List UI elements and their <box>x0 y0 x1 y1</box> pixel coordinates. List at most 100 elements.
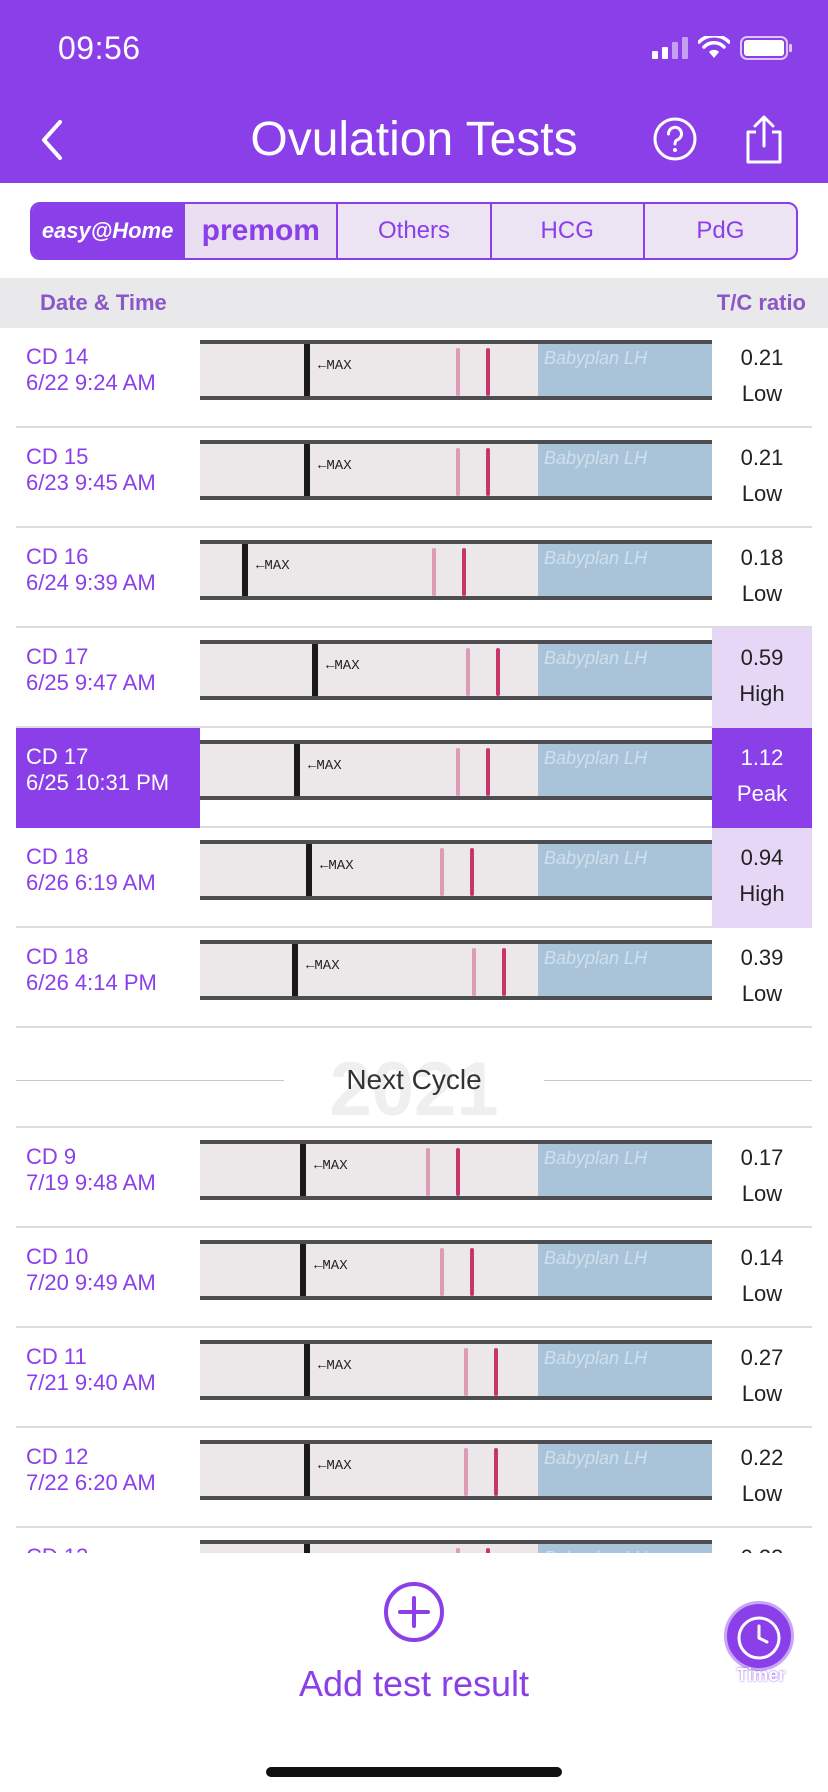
cycle-day: CD 16 <box>26 544 89 569</box>
strip-handle: Babyplan LH <box>538 1344 712 1396</box>
tc-ratio-value: 1.12 <box>740 745 784 770</box>
share-icon[interactable] <box>742 114 786 166</box>
strip-handle: Babyplan LH <box>538 744 712 796</box>
tab-pdg[interactable]: PdG <box>645 204 796 258</box>
test-strip-photo[interactable]: ←MAXBabyplan LH <box>200 740 712 800</box>
row-date-time: CD 14 6/22 9:24 AM <box>16 328 200 428</box>
cycle-day: CD 13 <box>26 1544 200 1553</box>
add-circle-icon[interactable] <box>383 1581 445 1643</box>
column-header: Date & Time T/C ratio <box>0 278 828 328</box>
strip-control-line <box>466 648 470 696</box>
test-strip-photo[interactable]: ←MAXBabyplan LH <box>200 940 712 1000</box>
test-strip-photo[interactable]: ←MAXBabyplan LH <box>200 1440 712 1500</box>
row-date-time: CD 9 7/19 9:48 AM <box>16 1128 200 1228</box>
strip-max-bar <box>304 344 310 396</box>
tc-ratio-level: Low <box>741 381 783 406</box>
strip-test-line <box>462 548 466 596</box>
tab-others[interactable]: Others <box>338 204 492 258</box>
row-date-time: CD 16 6/24 9:39 AM <box>16 528 200 628</box>
test-strip-photo[interactable]: ←MAXBabyplan LH <box>200 540 712 600</box>
tc-ratio-value: 0.14 <box>740 1245 784 1270</box>
home-indicator <box>266 1767 562 1777</box>
test-strip-photo[interactable]: ←MAXBabyplan LH <box>200 640 712 700</box>
status-time: 09:56 <box>58 30 141 66</box>
tc-ratio-cell: 0.59 High <box>712 628 812 728</box>
test-strip-photo[interactable]: ←MAXBabyplan LH <box>200 340 712 400</box>
cycle-day: CD 18 <box>26 944 89 969</box>
test-row[interactable]: CD 9 7/19 9:48 AM ←MAX Babyplan LH 0.17 Low <box>16 1128 812 1228</box>
test-datetime: 6/22 9:24 AM <box>26 370 156 395</box>
tc-ratio-level: Low <box>741 1181 783 1206</box>
strip-brand-text: Babyplan LH <box>544 1248 648 1268</box>
strip-handle: Babyplan LH <box>538 1144 712 1196</box>
tc-ratio-column-label: T/C ratio <box>716 290 806 315</box>
tc-ratio-level: Peak <box>736 781 788 806</box>
tc-ratio-cell: 0.39 Low <box>712 928 812 1028</box>
test-strip-photo[interactable]: ←MAX Babyplan LH <box>200 1140 712 1200</box>
strip-test-line <box>470 1248 474 1296</box>
strip-handle: Babyplan LH <box>538 844 712 896</box>
cycle-day: CD 15 <box>26 444 89 469</box>
strip-test-line <box>486 748 490 796</box>
strip-handle: Babyplan LH <box>538 444 712 496</box>
test-row[interactable]: CD 13←MAXBabyplan LH0.23 <box>16 1528 812 1553</box>
test-row[interactable]: CD 18 6/26 4:14 PM ←MAX Babyplan LH 0.39 Low <box>16 928 812 1028</box>
test-row[interactable]: CD 15 6/23 9:45 AM ←MAX Babyplan LH 0.21 Low <box>16 428 812 528</box>
strip-paper: ←MAX <box>200 944 538 996</box>
test-row[interactable]: CD 10 7/20 9:49 AM ←MAX Babyplan LH 0.14 Low <box>16 1228 812 1328</box>
test-datetime: 6/25 9:47 AM <box>26 670 156 695</box>
test-row[interactable]: CD 11 7/21 9:40 AM ←MAX Babyplan LH 0.27 Low <box>16 1328 812 1428</box>
test-row[interactable]: CD 17 6/25 10:31 PM ←MAX Babyplan LH 1.12 Pea… <box>16 728 812 828</box>
test-row[interactable]: CD 18 6/26 6:19 AM ←MAX Babyplan LH 0.94 High <box>16 828 812 928</box>
test-datetime: 6/23 9:45 AM <box>26 470 156 495</box>
strip-control-line <box>464 1448 468 1496</box>
tc-ratio-value: 0.39 <box>740 945 784 970</box>
test-strip-photo[interactable]: ←MAX Babyplan LH <box>200 1240 712 1300</box>
tc-ratio-level: High <box>739 681 785 706</box>
add-test-result-button[interactable]: Add test result <box>0 1663 828 1705</box>
tab-premom[interactable]: premom <box>185 204 339 258</box>
strip-max-bar <box>294 744 300 796</box>
tab-hcg[interactable]: HCG <box>492 204 645 258</box>
tc-ratio-cell: 0.94 High <box>712 828 812 928</box>
strip-max-label: ←MAX <box>314 1158 348 1174</box>
row-date-time: CD 18 6/26 4:14 PM <box>16 928 200 1028</box>
strip-test-line <box>494 1448 498 1496</box>
strip-control-line <box>456 448 460 496</box>
strip-max-label: ←MAX <box>314 1258 348 1274</box>
tc-ratio-value: 0.22 <box>740 1445 784 1470</box>
tc-ratio-value: 0.21 <box>740 345 784 370</box>
page-title: Ovulation Tests <box>250 113 578 166</box>
strip-max-bar <box>306 844 312 896</box>
test-strip-photo[interactable]: ←MAXBabyplan LH <box>200 440 712 500</box>
test-datetime: 7/21 9:40 AM <box>26 1370 156 1395</box>
tab-easy-home[interactable]: easy@Home <box>32 204 186 258</box>
test-datetime: 7/20 9:49 AM <box>26 1270 156 1295</box>
strip-paper: ←MAX <box>200 844 538 896</box>
timer-button[interactable]: Timer <box>724 1601 798 1697</box>
strip-control-line <box>440 848 444 896</box>
cycle-divider: 2021 Next Cycle <box>16 1028 812 1132</box>
tc-ratio-value: 0.23 <box>712 1540 812 1553</box>
timer-face <box>724 1601 794 1671</box>
cycle-day: CD 14 <box>26 344 89 369</box>
test-row[interactable]: CD 12 7/22 6:20 AM ←MAX Babyplan LH 0.22 Low <box>16 1428 812 1528</box>
test-strip-photo[interactable]: ←MAXBabyplan LH <box>200 1340 712 1400</box>
strip-max-label: ←MAX <box>318 358 352 374</box>
help-icon[interactable] <box>652 116 698 162</box>
test-results-list[interactable]: CD 14 6/22 9:24 AM ←MAX Babyplan LH 0.21 Low C… <box>0 328 828 1553</box>
strip-handle: Babyplan LH <box>538 1244 712 1296</box>
tc-ratio-level: Low <box>741 481 783 506</box>
test-strip-photo[interactable]: ←MAXBabyplan LH <box>200 1540 712 1553</box>
cycle-day: CD 10 <box>26 1244 89 1269</box>
strip-brand-text: Babyplan LH <box>544 1348 648 1368</box>
test-strip-photo[interactable]: ←MAXBabyplan LH <box>200 840 712 900</box>
test-datetime: 6/24 9:39 AM <box>26 570 156 595</box>
strip-brand-text: Babyplan LH <box>544 548 648 568</box>
test-row[interactable]: CD 16 6/24 9:39 AM ←MAX Babyplan LH 0.18 Low <box>16 528 812 628</box>
tc-ratio-cell: 0.21 Low <box>712 428 812 528</box>
test-row[interactable]: CD 17 6/25 9:47 AM ←MAX Babyplan LH 0.59 High <box>16 628 812 728</box>
strip-test-line <box>494 1348 498 1396</box>
test-row[interactable]: CD 14 6/22 9:24 AM ←MAX Babyplan LH 0.21 Low <box>16 328 812 428</box>
cycle-day: CD 18 <box>26 844 89 869</box>
